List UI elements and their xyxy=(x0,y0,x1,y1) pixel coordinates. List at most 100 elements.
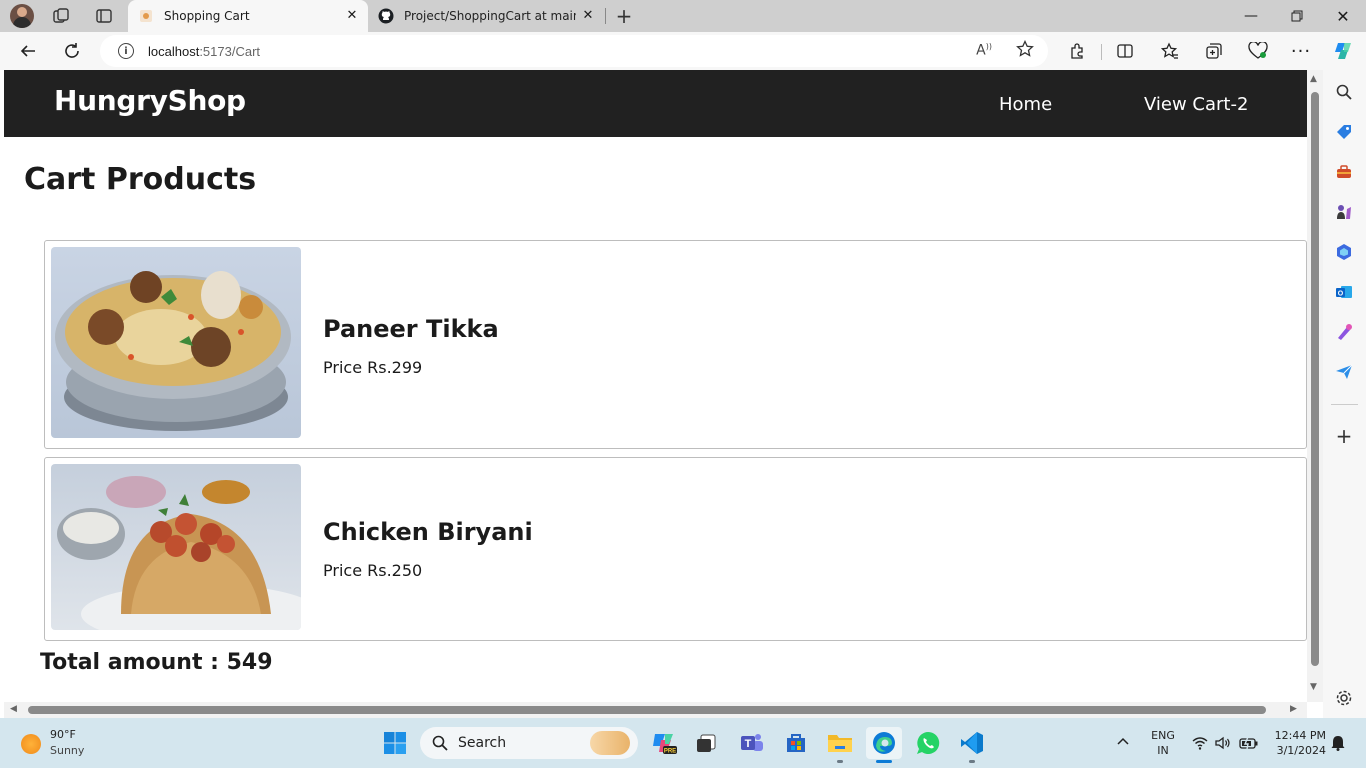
brand-logo-text[interactable]: HungryShop xyxy=(54,84,246,117)
product-price: Price Rs.250 xyxy=(323,561,423,580)
microsoft-store-icon[interactable] xyxy=(780,727,812,759)
back-button[interactable] xyxy=(13,36,43,66)
running-indicator xyxy=(837,760,843,763)
restore-button[interactable] xyxy=(1274,0,1320,32)
copilot-preview-icon[interactable]: PRE xyxy=(648,727,680,759)
games-icon[interactable] xyxy=(1334,202,1354,222)
running-indicator xyxy=(969,760,975,763)
url-path: :5173/Cart xyxy=(199,43,261,59)
extensions-icon[interactable] xyxy=(1062,36,1092,66)
notification-bell-icon[interactable] xyxy=(1331,735,1345,754)
profile-avatar[interactable] xyxy=(10,4,34,28)
cart-item-card: Paneer Tikka Price Rs.299 xyxy=(44,240,1307,449)
tab-close-icon[interactable]: ✕ xyxy=(344,8,360,23)
tab-actions-icon[interactable] xyxy=(95,7,113,25)
new-tab-button[interactable]: + xyxy=(612,4,636,28)
microsoft-365-icon[interactable] xyxy=(1334,242,1354,262)
close-window-button[interactable]: ✕ xyxy=(1320,0,1366,32)
page-viewport: HungryShop Home View Cart-2 Cart Product… xyxy=(4,70,1307,702)
tab-title: Shopping Cart xyxy=(164,9,250,23)
product-name: Chicken Biryani xyxy=(323,518,533,546)
toolbar-divider xyxy=(1101,44,1102,60)
tab-shopping-cart[interactable]: Shopping Cart ✕ xyxy=(128,0,368,32)
vertical-scrollbar[interactable]: ▲ ▼ xyxy=(1307,70,1323,702)
region-code: IN xyxy=(1157,744,1169,757)
url-host: localhost xyxy=(148,43,200,59)
workspaces-icon[interactable] xyxy=(52,7,70,25)
favorite-star-icon[interactable] xyxy=(1016,39,1034,61)
github-icon xyxy=(378,8,394,24)
send-icon[interactable] xyxy=(1334,362,1354,382)
scroll-down-icon[interactable]: ▼ xyxy=(1310,682,1317,692)
nav-view-cart-link[interactable]: View Cart-2 xyxy=(1144,94,1248,115)
clock[interactable]: 12:44 PM 3/1/2024 xyxy=(1268,728,1326,758)
volume-icon[interactable] xyxy=(1215,736,1231,753)
tab-divider xyxy=(605,8,606,24)
site-info-icon[interactable]: i xyxy=(118,43,134,59)
add-sidebar-item-icon[interactable]: + xyxy=(1334,424,1354,448)
task-view-icon[interactable] xyxy=(690,727,722,759)
search-label: Search xyxy=(458,735,507,751)
more-options-icon[interactable]: ··· xyxy=(1286,36,1316,66)
horizontal-scroll-thumb[interactable] xyxy=(28,706,1266,714)
url-text: localhost:5173/Cart xyxy=(148,44,260,59)
weather-widget[interactable]: 90°F Sunny xyxy=(18,726,118,760)
taskbar-search[interactable]: Search xyxy=(420,727,638,759)
vertical-scroll-thumb[interactable] xyxy=(1311,92,1319,666)
browser-toolbar: i localhost:5173/Cart A)) ··· xyxy=(0,32,1366,70)
windows-taskbar: 90°F Sunny Search PRE T ENG IN 12:44 PM … xyxy=(0,718,1366,768)
whatsapp-icon[interactable] xyxy=(912,727,944,759)
address-bar[interactable]: i localhost:5173/Cart A)) xyxy=(100,35,1048,67)
svg-text:O: O xyxy=(1338,291,1344,298)
sidebar-settings-icon[interactable] xyxy=(1334,688,1354,708)
product-image-chicken-biryani xyxy=(51,464,301,630)
teams-icon[interactable]: T xyxy=(736,727,768,759)
weather-desc: Sunny xyxy=(50,744,85,757)
collections-icon[interactable] xyxy=(1199,36,1229,66)
sidebar-divider xyxy=(1331,404,1358,405)
tools-icon[interactable] xyxy=(1334,162,1354,182)
minimize-button[interactable]: — xyxy=(1228,0,1274,32)
active-app-indicator xyxy=(876,760,892,763)
language-indicator[interactable]: ENG IN xyxy=(1148,728,1178,758)
product-image-biryani-bowl xyxy=(51,247,301,438)
language-code: ENG xyxy=(1151,729,1175,742)
svg-text:T: T xyxy=(745,738,752,750)
edge-browser-icon[interactable] xyxy=(866,727,902,763)
sun-icon xyxy=(21,734,41,754)
app-navbar: HungryShop Home View Cart-2 xyxy=(4,70,1307,137)
file-explorer-icon[interactable] xyxy=(824,727,856,763)
svg-text:PRE: PRE xyxy=(664,749,676,755)
scroll-up-icon[interactable]: ▲ xyxy=(1310,74,1317,84)
read-aloud-icon[interactable]: A)) xyxy=(976,42,992,59)
horizontal-scrollbar[interactable]: ◀ ▶ xyxy=(4,702,1307,718)
search-icon xyxy=(432,735,448,751)
browser-essentials-icon[interactable] xyxy=(1243,36,1273,66)
product-name: Paneer Tikka xyxy=(323,315,499,343)
wifi-icon[interactable] xyxy=(1192,736,1208,753)
copilot-icon[interactable] xyxy=(1328,36,1358,66)
page-title: Cart Products xyxy=(24,162,257,197)
scroll-right-icon[interactable]: ▶ xyxy=(1290,704,1297,714)
tab-github-project[interactable]: Project/ShoppingCart at main · S ✕ xyxy=(368,0,604,32)
product-price: Price Rs.299 xyxy=(323,358,423,377)
search-icon[interactable] xyxy=(1334,82,1354,102)
outlook-icon[interactable]: O xyxy=(1334,282,1354,302)
split-screen-icon[interactable] xyxy=(1110,36,1140,66)
cart-item-card: Chicken Biryani Price Rs.250 xyxy=(44,457,1307,641)
vscode-icon[interactable] xyxy=(956,727,988,763)
refresh-button[interactable] xyxy=(57,36,87,66)
favorites-icon[interactable] xyxy=(1155,36,1185,66)
scroll-left-icon[interactable]: ◀ xyxy=(10,704,17,714)
search-highlight-icon xyxy=(590,731,630,755)
browser-tab-strip: Shopping Cart ✕ Project/ShoppingCart at … xyxy=(0,0,1366,32)
designer-icon[interactable] xyxy=(1334,322,1354,342)
weather-temp: 90°F xyxy=(50,728,76,741)
shopping-tag-icon[interactable] xyxy=(1334,122,1354,142)
nav-home-link[interactable]: Home xyxy=(999,94,1052,115)
windows-start-icon[interactable] xyxy=(379,727,411,759)
battery-icon[interactable] xyxy=(1239,736,1259,753)
show-hidden-icons-button[interactable] xyxy=(1116,735,1130,749)
clock-date: 3/1/2024 xyxy=(1276,744,1326,757)
tab-close-icon[interactable]: ✕ xyxy=(580,8,596,23)
